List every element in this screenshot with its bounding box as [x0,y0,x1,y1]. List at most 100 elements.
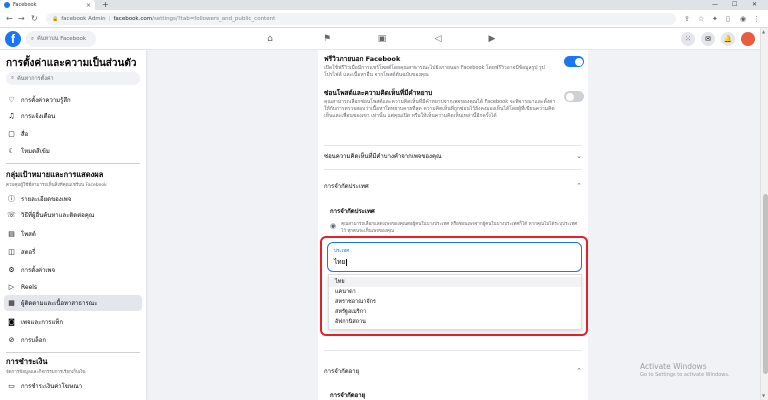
search-placeholder: ค้นหาบน Facebook [37,36,87,42]
sidebar-section-subtitle: จัดการข้อมูลและกิจกรรมการเรียกเก็บเงิน [6,370,86,375]
sidebar-item-find-contact[interactable]: ☏ วิธีที่ผู้อื่นค้นหาและติดต่อคุณ [4,207,142,223]
heart-icon: ♡ [8,96,15,104]
menu-grid-icon[interactable]: ⁙ [681,32,695,46]
bookmark-star-icon[interactable]: ☆ [698,15,704,23]
sidebar-item-page-settings[interactable]: ⚙ การตั้งค่าเพจ [4,262,142,278]
megaphone-icon[interactable]: ◁ [431,32,445,46]
country-input[interactable]: ไทย [334,257,348,267]
search-icon: ⌕ [11,75,15,81]
sidebar-item-ad-payments[interactable]: ▭ การชำระเงินค่าโฆษณา [4,378,142,394]
country-options-list: ไทย แคนาดา สหราชอาณาจักร สหรัฐอเมริกา อั… [328,274,582,330]
facebook-header: f ⌕ ค้นหาบน Facebook ⌂ ⚑ ▣ ◁ ▶ ⁙ ✉ 🔔 [0,28,764,50]
forward-button[interactable]: → [18,13,25,25]
accordion-age-restrictions[interactable]: การจำกัดอายุ ⌃ [324,364,582,378]
accordion-hide-words[interactable]: ซ่อนความคิดเห็นที่มีคำบางคำจากเพจของคุณ … [324,149,582,163]
sidebar-item-posts[interactable]: ▤ โพสต์ [4,226,142,242]
setting-description: คุณสามารถเลือกซ่อนโพสต์และความคิดเห็นที่… [324,99,556,119]
facebook-logo-icon[interactable]: f [5,31,21,47]
setting-external-preview: ฟรีวิวภายนอก Facebook เปิดใช้ฟรีวิวเมื่อ… [324,54,582,79]
groups-icon[interactable]: ▣ [375,32,389,46]
external-preview-toggle[interactable] [564,56,584,67]
accordion-title: การจำกัดประเทศ [324,183,369,190]
video-icon[interactable]: ▶ [485,32,499,46]
media-icon: ▢ [8,130,15,138]
site-label: facebook Admin [61,16,106,22]
sidebar-item-followers-public-content[interactable]: ▦ ผู้ติดตามและเนื้อหาสาธารณะ [4,295,142,311]
maximize-button[interactable]: ☐ [732,0,737,10]
sidebar-item-blocking[interactable]: ⊘ การบล็อก [4,332,142,348]
country-restrictions-help: ◉ คุณสามารถเลือกแสดงเพจของคุณต่อผู้คนในบ… [330,222,580,235]
accordion-country-restrictions[interactable]: การจำกัดประเทศ ⌃ [324,179,582,193]
story-icon: ◫ [8,248,15,256]
sidebar-item-label: สื่อ [21,131,29,138]
sidebar-section-title: กลุ่มเป้าหมายและการแสดงผล [6,170,104,179]
sidebar-item-label: รายละเอียดของเพจ [21,196,72,203]
share-icon[interactable]: ⇪ [684,15,690,23]
sidebar-item-label: สตอรี่ [21,249,36,256]
tab-close-icon[interactable]: × [86,2,91,9]
minimize-button[interactable]: — [712,0,718,10]
browser-menu-icon[interactable]: ⋮ [753,15,760,23]
bell-icon: ♫ [8,112,15,120]
settings-search-input[interactable]: ⌕ ค้นหาการตั้งค่า [6,72,140,85]
sidebar-item-page-details[interactable]: ⓘ รายละเอียดของเพจ [4,191,142,207]
country-option[interactable]: อัฟกานิสถาน [329,317,581,327]
close-window-button[interactable]: ✕ [752,0,757,10]
sidebar-item-label: เพจและการแท็ก [21,319,63,326]
setting-title: ฟรีวิวภายนอก Facebook [324,55,401,63]
age-restrictions-subtitle: การจำกัดอายุ [330,392,366,399]
country-option[interactable]: แคนาดา [329,287,581,297]
home-icon[interactable]: ⌂ [263,32,277,46]
account-avatar[interactable] [741,32,755,46]
scroll-up-arrow-icon[interactable]: ▲ [762,29,765,34]
back-button[interactable]: ← [6,13,13,25]
section-divider [324,350,582,351]
country-combobox[interactable]: ประเทศ ไทย [327,242,582,272]
contact-icon: ☏ [7,211,16,219]
country-input-value: ไทย [334,258,346,266]
section-divider [324,145,582,146]
sidebar-item-stories[interactable]: ◫ สตอรี่ [4,244,142,260]
sidebar-item-pages-tagging[interactable]: ◙ เพจและการแท็ก [4,314,142,330]
extensions-icon[interactable]: ✦ [712,15,718,23]
lock-icon: 🔒 [52,16,59,22]
sidebar-item-label: โพสต์ [21,231,36,238]
setting-description: เปิดใช้ฟรีวิวเมื่อมีการแชร์โพสต์โดยคุณสา… [324,65,545,78]
search-icon: ⌕ [31,35,35,42]
sidebar-item-reels[interactable]: ▷ Reels [4,279,142,295]
url-host: facebook.com [113,16,153,22]
country-option[interactable]: สหราชอาณาจักร [329,297,581,307]
country-option[interactable]: สหรัฐอเมริกา [329,307,581,317]
sidebar-item-dark-mode[interactable]: ☾ โหมดสีเข้ม [4,143,142,159]
sidebar-item-label: โหมดสีเข้ม [21,148,50,155]
reload-button[interactable]: ↻ [31,13,38,25]
sidebar-divider [6,163,140,164]
sidebar-divider [6,352,140,353]
scroll-down-arrow-icon[interactable]: ▼ [762,393,765,398]
sidebar-item-media[interactable]: ▢ สื่อ [4,126,142,142]
browser-tab[interactable]: Facebook × [0,0,95,10]
pages-flag-icon[interactable]: ⚑ [320,32,334,46]
sidebar-item-notifications[interactable]: ♫ การแจ้งเตือน [4,108,142,124]
facebook-search-input[interactable]: ⌕ ค้นหาบน Facebook [26,31,96,47]
sidepanel-icon[interactable]: ▯ [726,15,730,23]
scrollbar-thumb[interactable] [762,194,768,374]
notifications-icon[interactable]: 🔔 [721,32,735,46]
url-input[interactable]: 🔒 facebook Admin | facebook.com/settings… [46,13,676,25]
payment-icon: ▭ [8,382,15,390]
new-tab-button[interactable]: + [102,0,109,10]
url-text: facebook.com/settings/?tab=followers_and… [114,16,276,22]
profile-icon[interactable]: ◉ [740,15,746,23]
setting-hide-profanity: ซ่อนโพสต์และความคิดเห็นที่มีคำหยาบ คุณสา… [324,88,582,120]
country-option[interactable]: ไทย [329,277,581,287]
section-divider [324,169,582,170]
messenger-icon[interactable]: ✉ [701,32,715,46]
eye-icon: ◉ [330,222,337,230]
post-icon: ▤ [8,230,15,238]
chevron-up-icon: ⌃ [576,182,582,190]
sidebar-item-reactions[interactable]: ♡ การตั้งค่าความรู้สึก [4,92,142,108]
tab-title: Facebook [13,2,37,8]
hide-profanity-toggle[interactable] [564,91,584,102]
page-scrollbar[interactable]: ▲ ▼ [760,28,768,400]
url-path: /settings/?tab=followers_and_public_cont… [152,16,276,22]
